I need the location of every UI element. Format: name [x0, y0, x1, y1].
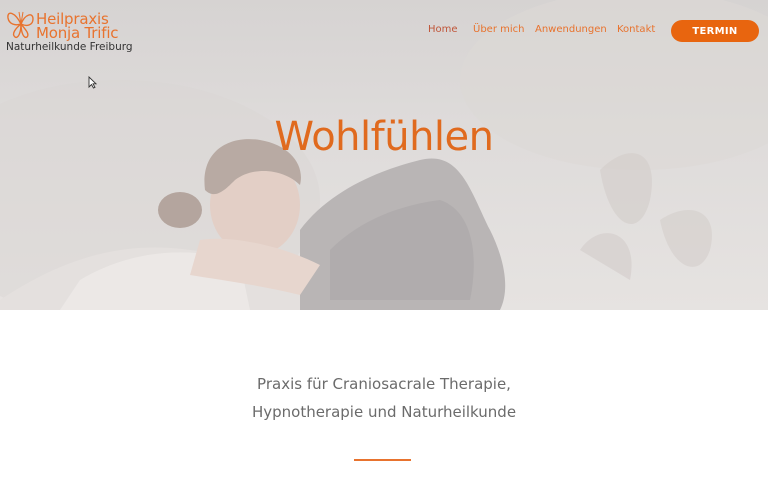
butterfly-icon	[7, 11, 34, 39]
hero-title: Wohlfühlen	[274, 114, 494, 160]
nav-ueber-mich[interactable]: Über mich	[473, 24, 524, 35]
intro-line-2: Hypnotherapie und Naturheilkunde	[251, 403, 517, 421]
intro-text: Praxis für Craniosacrale Therapie, Hypno…	[0, 370, 768, 426]
nav-kontakt[interactable]: Kontakt	[617, 24, 655, 35]
section-divider	[354, 459, 411, 461]
termin-button[interactable]: TERMIN	[671, 20, 759, 42]
brand-logo[interactable]: Heilpraxis Monja Trific Naturheilkunde F…	[5, 6, 133, 56]
brand-name-line2: Monja Trific	[36, 24, 119, 42]
intro-line-1: Praxis für Craniosacrale Therapie,	[257, 375, 511, 393]
mouse-pointer-icon	[88, 76, 97, 89]
nav-anwendungen[interactable]: Anwendungen	[535, 24, 607, 35]
nav-home[interactable]: Home	[428, 24, 458, 35]
brand-tagline: Naturheilkunde Freiburg	[6, 41, 133, 53]
